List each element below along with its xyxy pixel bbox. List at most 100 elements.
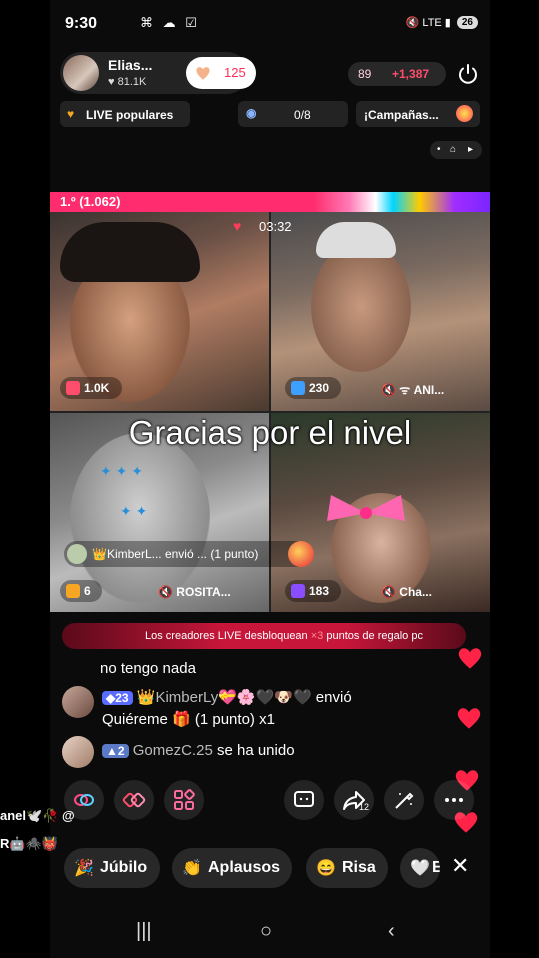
- guest-score: 183: [309, 584, 330, 598]
- guest-hair: [60, 222, 200, 282]
- live-popular-chip[interactable]: ♥ LIVE populares: [60, 101, 190, 127]
- campaigns-label: ¡Campañas...: [364, 108, 439, 122]
- status-right-icons: 🔇 LTE ▮ 26: [406, 16, 478, 29]
- reaction-label: Aplausos: [208, 859, 281, 876]
- clap-icon: 👏: [182, 860, 202, 877]
- chat-action: envió: [315, 689, 352, 706]
- campaigns-chip[interactable]: ¡Campañas...: [356, 101, 480, 127]
- home-icon: ⌂: [450, 144, 457, 155]
- gifts-pill[interactable]: 89 +1,387: [348, 62, 446, 86]
- reaction-label: E: [432, 859, 440, 876]
- guest-cell-1[interactable]: 1.0K: [50, 212, 269, 411]
- chat-text: no tengo nada: [100, 660, 196, 677]
- chat-message: ▲2 GomezC.25 se ha unido: [62, 736, 442, 770]
- level-value: 2: [117, 744, 125, 758]
- host-likes-count: 81.1K: [117, 76, 147, 88]
- status-left-icons: ⌘ ☁ ☑: [140, 15, 200, 30]
- edit-button[interactable]: [384, 780, 424, 820]
- host-likes: ♥ 81.1K: [108, 76, 147, 88]
- gift-icon: [291, 381, 305, 395]
- gift-icon: [288, 541, 314, 567]
- user-avatar[interactable]: [62, 686, 94, 718]
- user-avatar[interactable]: [62, 736, 94, 768]
- reaction-label: Risa: [342, 859, 376, 876]
- rank-label: 1.º (1.062): [60, 194, 121, 209]
- level-value: 23: [115, 691, 129, 705]
- comment-button[interactable]: [284, 780, 324, 820]
- status-time: 9:30: [65, 15, 98, 32]
- power-icon[interactable]: [456, 62, 480, 86]
- guest-cell-2[interactable]: 230 🔇 ᯤ ANI...: [271, 212, 490, 411]
- promo-banner[interactable]: Los creadores LIVE desbloquean ×3 puntos…: [62, 623, 466, 649]
- laugh-icon: 😄: [316, 860, 336, 877]
- sticker-line-2: R🤖🕷️👹: [0, 836, 58, 851]
- floating-heart-icon: [458, 648, 482, 669]
- heart-icon: ♥: [67, 107, 75, 121]
- heart-outline-icon: 🤍: [410, 860, 430, 877]
- recent-apps-icon[interactable]: |||: [136, 920, 152, 943]
- gift-toast-text: 👑KimberL... envió ... (1 punto): [92, 547, 259, 561]
- share-count: 12: [359, 802, 370, 812]
- butterfly-filter-icon: ✦ ✦: [120, 503, 148, 519]
- promo-highlight: ×3: [310, 630, 324, 642]
- phone-screen: 9:30 ⌘ ☁ ☑ 🔇 LTE ▮ 26 Elias... ♥ 81.1K 1…: [50, 0, 490, 958]
- chat-username[interactable]: 👑KimberLy💝🌸🖤🐶🖤: [137, 689, 312, 706]
- guest-score-badge: 230: [285, 377, 341, 399]
- globe-icon: ◉: [246, 106, 257, 120]
- host-avatar[interactable]: [63, 55, 99, 91]
- home-button-icon[interactable]: ○: [260, 920, 272, 943]
- follow-button[interactable]: 125: [186, 57, 256, 89]
- host-info[interactable]: Elias... ♥ 81.1K 125: [60, 52, 256, 94]
- guest-score-badge: 183: [285, 580, 341, 602]
- gift-icon: [66, 584, 80, 598]
- hearts-icon: ♥: [233, 218, 242, 234]
- promo-suffix: puntos de regalo pc: [323, 630, 423, 642]
- sender-avatar: [67, 544, 87, 564]
- battle-timer: ♥ 03:32: [233, 216, 311, 238]
- guest-score-badge: 1.0K: [60, 377, 122, 399]
- status-bar: 9:30 ⌘ ☁ ☑ 🔇 LTE ▮ 26: [50, 0, 490, 46]
- reaction-more[interactable]: 🤍 E: [400, 848, 440, 888]
- reaction-aplausos[interactable]: 👏 Aplausos: [172, 848, 292, 888]
- live-popular-label: LIVE populares: [86, 108, 174, 122]
- close-icon[interactable]: ✕: [451, 853, 469, 879]
- guest-name: 🔇 ROSITA...: [158, 585, 231, 599]
- guest-score: 230: [309, 381, 330, 395]
- back-icon[interactable]: ‹: [388, 920, 395, 943]
- host-name: Elias...: [108, 57, 153, 73]
- reaction-label: Júbilo: [100, 859, 148, 876]
- level-badge: ▲2: [102, 744, 129, 758]
- gift-toast: 👑KimberL... envió ... (1 punto): [64, 541, 314, 567]
- match-chip[interactable]: ◉ 0/8: [238, 101, 348, 127]
- share-button[interactable]: 12: [334, 780, 374, 820]
- floating-heart-icon: [457, 708, 481, 729]
- sticker-line-1: anel🕊️🥀 @: [0, 808, 75, 823]
- promo-prefix: Los creadores LIVE desbloquean: [145, 630, 311, 642]
- grid-icon: [174, 789, 195, 810]
- guest-name: 🔇 Cha...: [381, 585, 432, 599]
- more-options-button[interactable]: [434, 780, 474, 820]
- signal-icon: 🔇 LTE ▮: [405, 17, 451, 29]
- gifts-left-value: 89: [358, 67, 372, 81]
- butterfly-filter-icon: ✦ ✦ ✦: [100, 463, 143, 479]
- guest-headband: [316, 222, 396, 258]
- guest-video: [311, 242, 411, 372]
- room-nav-pill[interactable]: • ⌂ ▸: [430, 141, 482, 159]
- play-icon: ▸: [468, 144, 474, 155]
- reaction-risa[interactable]: 😄 Risa: [306, 848, 388, 888]
- match-button[interactable]: [114, 780, 154, 820]
- chat-message: ◆23 👑KimberLy💝🌸🖤🐶🖤 envió Quiéreme 🎁 (1 p…: [62, 686, 442, 732]
- rank-bar[interactable]: 1.º (1.062): [50, 192, 490, 212]
- dot-icon: •: [437, 144, 441, 155]
- level-badge: ◆23: [102, 691, 133, 705]
- more-features-button[interactable]: [164, 780, 204, 820]
- party-icon: 🎉: [74, 860, 94, 877]
- chat-username[interactable]: GomezC.25: [133, 742, 213, 759]
- magic-wand-icon: [395, 792, 414, 809]
- guest-score-badge: 6: [60, 580, 102, 602]
- overlay-caption: Gracias por el nivel: [128, 414, 412, 451]
- guest-name: 🔇 ᯤ ANI...: [381, 383, 445, 397]
- follow-count: 125: [224, 65, 246, 80]
- system-nav-bar: ||| ○ ‹: [50, 908, 490, 958]
- chat-message: no tengo nada: [100, 660, 196, 677]
